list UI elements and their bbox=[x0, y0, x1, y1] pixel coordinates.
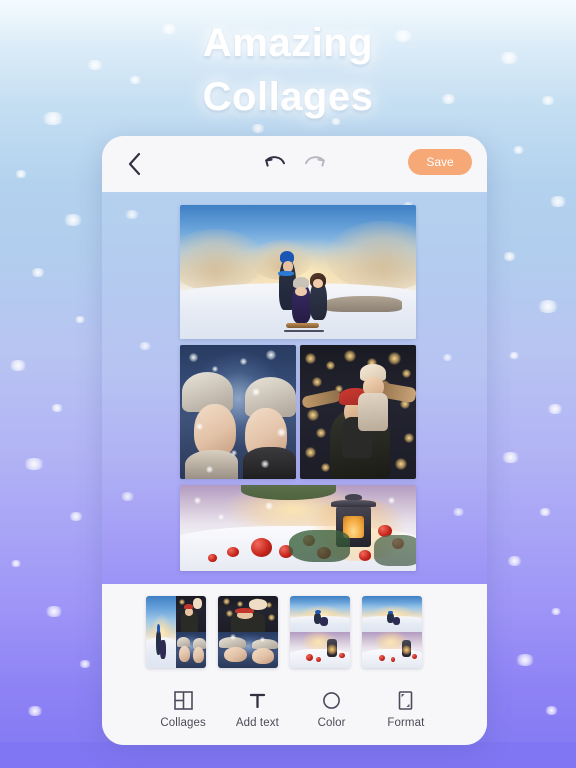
tab-add-text-label: Add text bbox=[235, 717, 279, 729]
app-background: Amazing Collages Save Collages Add text … bbox=[0, 0, 576, 768]
text-t-icon bbox=[246, 689, 268, 711]
back-button[interactable] bbox=[120, 150, 148, 178]
tab-color[interactable]: Color bbox=[295, 689, 369, 729]
layout-thumbnail-2[interactable] bbox=[218, 595, 278, 668]
tab-format[interactable]: Format bbox=[369, 689, 443, 729]
collage-cell-mid-left[interactable] bbox=[180, 345, 296, 479]
bottom-tabbar: Collages Add text Color Format bbox=[102, 679, 487, 745]
page-title: Amazing Collages bbox=[0, 18, 576, 122]
grid-layout-icon bbox=[172, 689, 194, 711]
layout-thumbnail-1[interactable] bbox=[146, 595, 206, 668]
collage-cell-top[interactable] bbox=[180, 205, 416, 339]
app-card: Save Collages Add text Color Format bbox=[102, 136, 487, 745]
tab-format-label: Format bbox=[387, 717, 425, 729]
save-button[interactable]: Save bbox=[408, 149, 472, 175]
redo-arrow-icon[interactable] bbox=[303, 153, 327, 175]
photo-christmas-lantern bbox=[180, 485, 416, 571]
photo-family-sledding bbox=[180, 205, 416, 339]
undo-redo-group bbox=[263, 153, 327, 175]
photo-man-child-lights bbox=[300, 345, 416, 479]
tab-add-text[interactable]: Add text bbox=[220, 689, 294, 729]
tab-collages-label: Collages bbox=[160, 717, 206, 729]
collage-canvas[interactable] bbox=[102, 192, 487, 584]
layout-thumbnail-4[interactable] bbox=[362, 595, 422, 668]
collage-cell-bottom[interactable] bbox=[180, 485, 416, 571]
layout-thumbnail-strip bbox=[102, 584, 487, 679]
layout-thumbnail-3[interactable] bbox=[290, 595, 350, 668]
collage-cell-mid-right[interactable] bbox=[300, 345, 416, 479]
crop-format-icon bbox=[395, 689, 417, 711]
title-line-2: Collages bbox=[202, 75, 374, 119]
tab-collages[interactable]: Collages bbox=[146, 689, 220, 729]
circle-outline-icon bbox=[321, 689, 343, 711]
photo-two-women-snow bbox=[180, 345, 296, 479]
chevron-left-icon bbox=[128, 153, 140, 175]
top-toolbar: Save bbox=[102, 136, 487, 192]
undo-arrow-icon[interactable] bbox=[263, 153, 287, 175]
bottom-color-band bbox=[0, 742, 576, 768]
tab-color-label: Color bbox=[317, 717, 346, 729]
title-line-1: Amazing bbox=[202, 21, 374, 65]
